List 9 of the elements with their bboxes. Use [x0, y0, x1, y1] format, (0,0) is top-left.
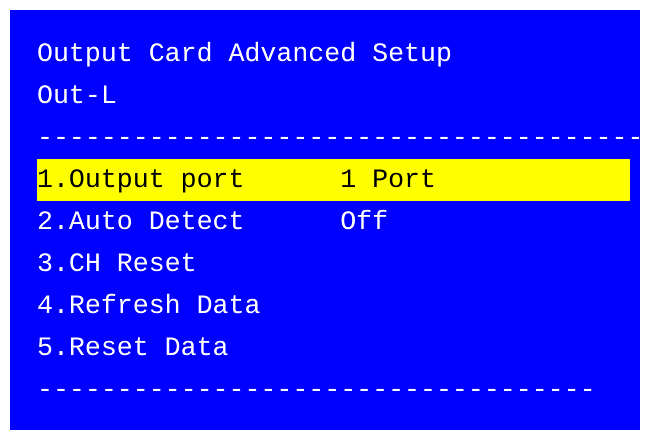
menu-item[interactable]: 5.Reset Data	[37, 327, 630, 369]
screen-title: Output Card Advanced Setup	[37, 38, 453, 71]
output-name: Out-L	[37, 80, 118, 113]
menu-item[interactable]: 3.CH Reset	[37, 243, 630, 285]
separator-line: --------------------------------------	[37, 122, 640, 155]
separator-line: -----------------------------------	[37, 374, 597, 407]
menu-item[interactable]: 1.Output port 1 Port	[37, 159, 630, 201]
menu-item[interactable]: 2.Auto Detect Off	[37, 201, 630, 243]
menu-item[interactable]: 4.Refresh Data	[37, 285, 630, 327]
